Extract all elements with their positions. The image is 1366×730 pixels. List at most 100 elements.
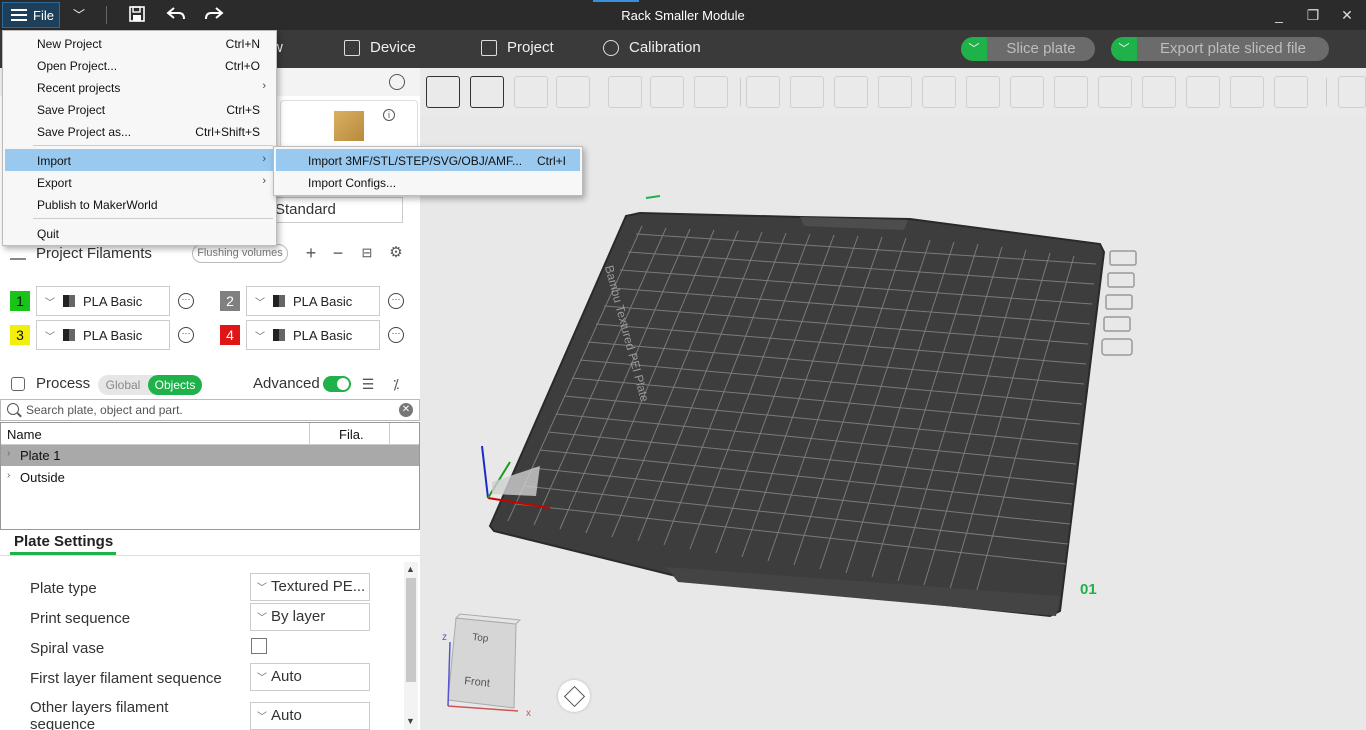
object-row-outside[interactable]: › Outside xyxy=(1,467,419,488)
menu-item-publish[interactable]: Publish to MakerWorld xyxy=(5,193,274,215)
add-plate-icon[interactable] xyxy=(470,76,504,108)
plate-lock-icon[interactable] xyxy=(1103,316,1131,332)
scroll-thumb[interactable] xyxy=(406,578,416,682)
support-paint-icon[interactable] xyxy=(1010,76,1044,108)
auto-orient-icon[interactable] xyxy=(514,76,548,108)
menu-item-save-project-as[interactable]: Save Project as... Ctrl+Shift+S xyxy=(5,120,274,142)
rotate-icon[interactable] xyxy=(790,76,824,108)
minimize-button[interactable]: _ xyxy=(1264,4,1294,26)
expand-arrow-icon[interactable]: › xyxy=(7,448,10,459)
other-layers-sequence-select[interactable]: ﹀ Auto xyxy=(250,702,370,730)
spiral-vase-checkbox[interactable] xyxy=(251,638,267,654)
object-row-plate[interactable]: › Plate 1 xyxy=(1,445,419,466)
search-input[interactable]: Search plate, object and part. xyxy=(26,403,183,417)
filament-icon xyxy=(10,246,26,260)
filament-select[interactable]: ﹀ PLA Basic xyxy=(36,320,170,350)
split-objects-icon[interactable] xyxy=(608,76,642,108)
cube-axis-z-label: z xyxy=(442,632,447,643)
plate-remove-icon[interactable] xyxy=(1109,250,1137,266)
plate-orient-icon[interactable] xyxy=(1105,294,1133,310)
sync-filament-icon[interactable]: ⊟ xyxy=(358,244,376,262)
expand-arrow-icon[interactable]: › xyxy=(7,470,10,481)
printer-settings-gear-icon[interactable] xyxy=(389,74,405,90)
build-plate-canvas[interactable]: Bambu Textured PEI Plate 01 Top Front x xyxy=(420,116,1366,730)
menu-item-import-configs[interactable]: Import Configs... xyxy=(276,171,580,193)
add-filament-icon[interactable]: + xyxy=(302,244,320,262)
layers-icon[interactable] xyxy=(694,76,728,108)
plate-settings-tab[interactable]: Plate Settings xyxy=(0,530,420,556)
menu-item-recent-projects[interactable]: Recent projects › xyxy=(5,76,274,98)
list-icon[interactable]: ☰ xyxy=(360,376,376,392)
filament-number[interactable]: 3 xyxy=(10,325,30,345)
menu-item-label: Save Project as... xyxy=(37,125,132,139)
split-parts-icon[interactable] xyxy=(650,76,684,108)
remove-filament-icon[interactable]: − xyxy=(329,244,347,262)
info-icon[interactable]: i xyxy=(383,109,395,121)
first-layer-sequence-select[interactable]: ﹀ Auto xyxy=(250,663,370,691)
filament-number[interactable]: 1 xyxy=(10,291,30,311)
objects-option[interactable]: Objects xyxy=(148,375,202,395)
column-fila[interactable]: Fila. xyxy=(339,427,364,442)
scale-icon[interactable] xyxy=(834,76,868,108)
export-dropdown-icon[interactable]: ﹀ xyxy=(1111,37,1137,61)
menu-item-save-project[interactable]: Save Project Ctrl+S xyxy=(5,98,274,120)
clear-search-icon[interactable]: ✕ xyxy=(399,403,413,417)
object-search-box[interactable]: Search plate, object and part. ✕ xyxy=(0,399,420,421)
menu-item-open-project[interactable]: Open Project... Ctrl+O xyxy=(5,54,274,76)
menu-item-import-files[interactable]: Import 3MF/STL/STEP/SVG/OBJ/AMF... Ctrl+I xyxy=(276,149,580,171)
more-tools-icon[interactable] xyxy=(1338,76,1366,108)
menu-item-quit[interactable]: Quit xyxy=(5,222,274,244)
menu-item-import[interactable]: Import › xyxy=(5,149,274,171)
plate-view-icon[interactable] xyxy=(1101,338,1133,356)
slice-dropdown-icon[interactable]: ﹀ xyxy=(961,37,987,61)
filament-number[interactable]: 4 xyxy=(220,325,240,345)
global-option[interactable]: Global xyxy=(98,375,148,395)
tab-device[interactable]: Device xyxy=(344,39,416,56)
filament-select[interactable]: ﹀ PLA Basic xyxy=(246,320,380,350)
assembly-icon[interactable] xyxy=(1230,76,1264,108)
flushing-volumes-button[interactable]: Flushing volumes xyxy=(192,244,288,263)
select-value: Auto xyxy=(271,707,302,724)
lay-on-face-icon[interactable] xyxy=(878,76,912,108)
title-accent xyxy=(593,0,639,2)
process-preset-select[interactable]: Standard xyxy=(272,197,403,223)
settings-scrollbar[interactable]: ▲ ▼ xyxy=(404,562,418,730)
close-button[interactable]: ✕ xyxy=(1332,4,1362,26)
cut-icon[interactable] xyxy=(922,76,956,108)
add-object-icon[interactable] xyxy=(426,76,460,108)
slice-plate-button[interactable]: ﹀ Slice plate xyxy=(961,37,1095,61)
more-options-icon[interactable]: ··· xyxy=(178,293,194,309)
seam-paint-icon[interactable] xyxy=(1054,76,1088,108)
menu-item-export[interactable]: Export › xyxy=(5,171,274,193)
fit-view-icon[interactable] xyxy=(1274,76,1308,108)
more-options-icon[interactable]: ··· xyxy=(178,327,194,343)
more-options-icon[interactable]: ··· xyxy=(388,293,404,309)
global-objects-toggle[interactable]: Global Objects xyxy=(98,375,202,395)
color-paint-icon[interactable] xyxy=(1142,76,1176,108)
export-sliced-button[interactable]: ﹀ Export plate sliced file xyxy=(1111,37,1329,61)
move-icon[interactable] xyxy=(746,76,780,108)
filament-select[interactable]: ﹀ PLA Basic xyxy=(36,286,170,316)
tab-calibration[interactable]: Calibration xyxy=(603,39,701,56)
scroll-down-icon[interactable]: ▼ xyxy=(406,716,415,726)
filament-settings-gear-icon[interactable]: ⚙ xyxy=(387,244,405,262)
print-sequence-select[interactable]: ﹀ By layer xyxy=(250,603,370,631)
filament-number[interactable]: 2 xyxy=(220,291,240,311)
compare-icon[interactable]: ⁒ xyxy=(388,376,404,392)
reset-view-button[interactable] xyxy=(558,680,590,712)
column-name[interactable]: Name xyxy=(7,427,42,442)
view-cube[interactable] xyxy=(447,617,517,709)
arrange-icon[interactable] xyxy=(556,76,590,108)
restore-button[interactable]: ❐ xyxy=(1298,4,1328,26)
mesh-boolean-icon[interactable] xyxy=(966,76,1000,108)
filament-select[interactable]: ﹀ PLA Basic xyxy=(246,286,380,316)
more-options-icon[interactable]: ··· xyxy=(388,327,404,343)
plate-type-select[interactable]: ﹀ Textured PE... xyxy=(250,573,370,601)
scroll-up-icon[interactable]: ▲ xyxy=(406,564,415,574)
tab-project[interactable]: Project xyxy=(481,39,554,56)
measure-icon[interactable] xyxy=(1186,76,1220,108)
text-icon[interactable] xyxy=(1098,76,1132,108)
menu-item-new-project[interactable]: New Project Ctrl+N xyxy=(5,32,274,54)
plate-arrange-icon[interactable] xyxy=(1107,272,1135,288)
advanced-toggle[interactable] xyxy=(323,376,351,392)
